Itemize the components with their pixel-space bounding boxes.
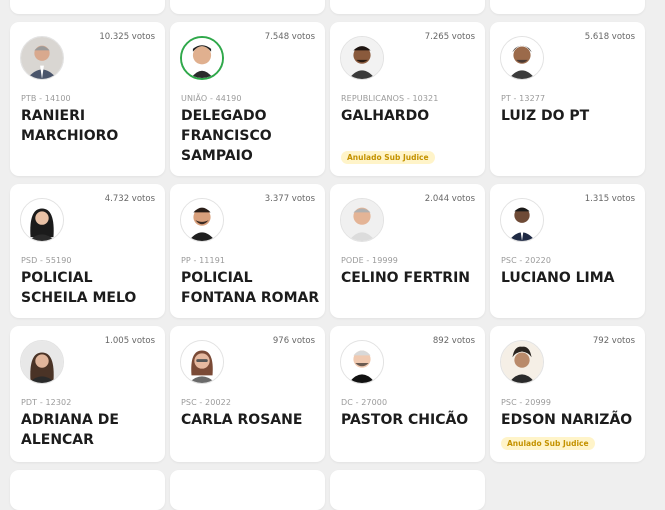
candidate-photo: [20, 198, 64, 242]
vote-count: 7.548 votos: [264, 32, 315, 42]
party-number: PT - 13277: [501, 94, 546, 103]
candidate-card[interactable]: 7.548 votos UNIÃO - 44190 DELEGADO FRANC…: [170, 22, 325, 176]
party-number: PTB - 14100: [21, 94, 71, 103]
candidate-card[interactable]: 1.315 votos PSC - 20220 LUCIANO LIMA: [490, 184, 645, 318]
party-number: PODE - 19999: [341, 256, 398, 265]
candidate-name: POLICIAL FONTANA ROMAR: [181, 270, 320, 306]
party-number: PSC - 20999: [501, 398, 552, 407]
vote-count: 976 votos: [272, 336, 315, 346]
party-number: DC - 27000: [341, 398, 388, 407]
candidate-name: PASTOR CHICÃO: [341, 412, 469, 428]
candidate-name: CELINO FERTRIN: [341, 270, 470, 286]
candidate-name: CARLA ROSANE: [181, 412, 303, 428]
candidate-name: EDSON NARIZÃO: [501, 412, 633, 428]
candidate-card-partial[interactable]: [330, 470, 485, 510]
candidate-name: POLICIAL SCHEILA MELO: [21, 270, 137, 306]
party-number: PSC - 20220: [501, 256, 552, 265]
vote-count: 5.618 votos: [584, 32, 635, 42]
vote-count: 1.005 votos: [104, 336, 155, 346]
candidate-card[interactable]: 1.005 votos PDT - 12302 ADRIANA DE ALENC…: [10, 326, 165, 462]
candidate-photo: [20, 36, 64, 80]
candidate-name: DELEGADO FRANCISCO SAMPAIO: [181, 108, 272, 164]
candidate-card-partial[interactable]: [10, 0, 165, 14]
candidate-photo: [180, 198, 224, 242]
party-number: PSD - 55190: [21, 256, 72, 265]
candidate-photo: [500, 340, 544, 384]
candidate-card[interactable]: 976 votos PSC - 20022 CARLA ROSANE: [170, 326, 325, 462]
candidate-card-partial[interactable]: [170, 0, 325, 14]
candidate-photo: [340, 36, 384, 80]
candidate-card-partial[interactable]: [490, 0, 645, 14]
vote-count: 3.377 votos: [264, 194, 315, 204]
vote-count: 792 votos: [592, 336, 635, 346]
candidate-card[interactable]: 3.377 votos PP - 11191 POLICIAL FONTANA …: [170, 184, 325, 318]
party-number: REPUBLICANOS - 10321: [341, 94, 439, 103]
vote-count: 4.732 votos: [104, 194, 155, 204]
sub-judice-badge: Anulado Sub Judice: [341, 151, 435, 164]
party-number: PP - 11191: [181, 256, 226, 265]
candidate-card-partial[interactable]: [10, 470, 165, 510]
candidate-photo: [500, 198, 544, 242]
party-number: PDT - 12302: [21, 398, 72, 407]
candidate-card[interactable]: 4.732 votos PSD - 55190 POLICIAL SCHEILA…: [10, 184, 165, 318]
vote-count: 10.325 votos: [99, 32, 155, 42]
candidate-photo: [340, 198, 384, 242]
candidate-card[interactable]: 892 votos DC - 27000 PASTOR CHICÃO: [330, 326, 485, 462]
vote-count: 2.044 votos: [424, 194, 475, 204]
candidate-name: ADRIANA DE ALENCAR: [21, 412, 119, 448]
sub-judice-badge: Anulado Sub Judice: [501, 437, 595, 450]
candidate-name: LUIZ DO PT: [501, 108, 590, 124]
candidate-card[interactable]: 792 votos PSC - 20999 EDSON NARIZÃO Anul…: [490, 326, 645, 462]
vote-count: 1.315 votos: [584, 194, 635, 204]
candidate-photo: [20, 340, 64, 384]
candidate-name: LUCIANO LIMA: [501, 270, 615, 286]
candidate-card[interactable]: 7.265 votos REPUBLICANOS - 10321 GALHARD…: [330, 22, 485, 176]
candidate-card-partial[interactable]: [330, 0, 485, 14]
candidate-name: RANIERI MARCHIORO: [21, 108, 119, 144]
party-number: PSC - 20022: [181, 398, 232, 407]
vote-count: 892 votos: [432, 336, 475, 346]
candidate-name: GALHARDO: [341, 108, 430, 124]
vote-count: 7.265 votos: [424, 32, 475, 42]
candidate-photo: [500, 36, 544, 80]
party-number: UNIÃO - 44190: [181, 94, 242, 103]
candidate-card-partial[interactable]: [170, 470, 325, 510]
candidate-photo: [180, 36, 224, 80]
candidate-photo: [180, 340, 224, 384]
candidate-photo: [340, 340, 384, 384]
candidate-card[interactable]: 2.044 votos PODE - 19999 CELINO FERTRIN: [330, 184, 485, 318]
candidate-card[interactable]: 5.618 votos PT - 13277 LUIZ DO PT: [490, 22, 645, 176]
candidate-card[interactable]: 10.325 votos PTB - 14100 RANIERI MARCHIO…: [10, 22, 165, 176]
